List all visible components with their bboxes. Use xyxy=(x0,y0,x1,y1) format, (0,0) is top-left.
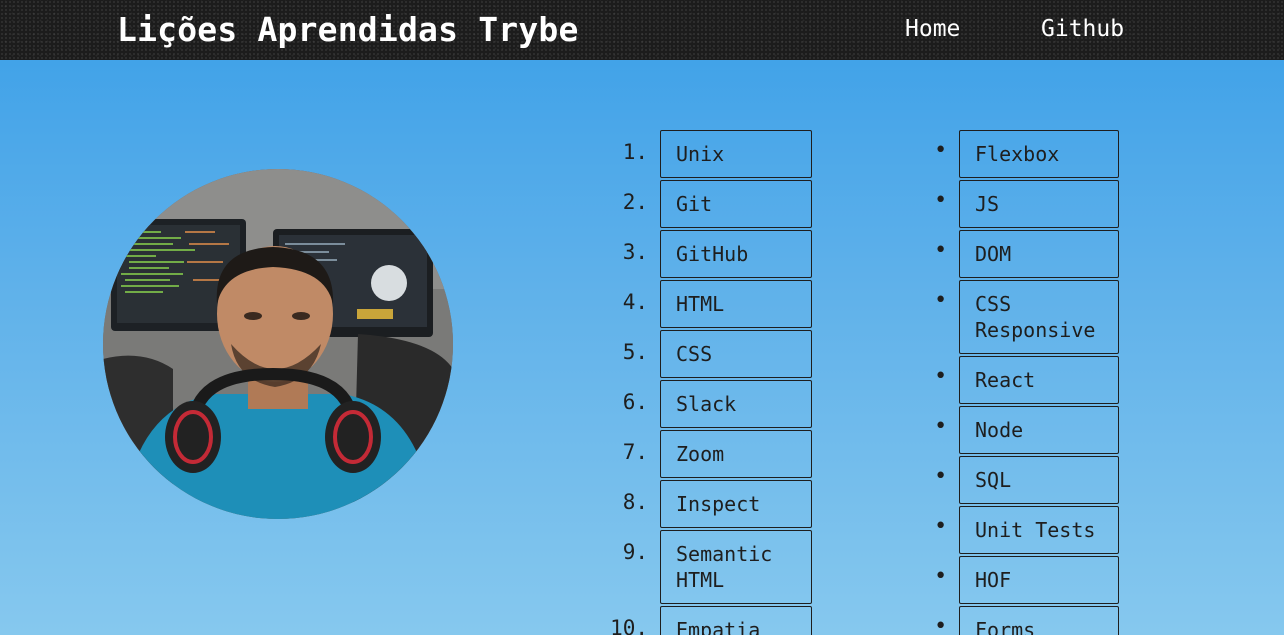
lesson-item-box: React xyxy=(959,356,1119,404)
list-number: 3. xyxy=(622,240,648,264)
list-number: 8. xyxy=(622,490,648,514)
list-item: • React xyxy=(920,356,1119,404)
bullet-icon: • xyxy=(934,464,948,489)
list-item: 2. Git xyxy=(600,180,812,228)
bullet-icon: • xyxy=(934,364,948,389)
list-item: 1. Unix xyxy=(600,130,812,178)
lesson-item-box: CSS xyxy=(660,330,812,378)
lesson-item-box: GitHub xyxy=(660,230,812,278)
bullet-icon: • xyxy=(934,238,948,263)
lesson-item-box: Forms xyxy=(959,606,1119,635)
lesson-item-box: HTML xyxy=(660,280,812,328)
list-item: 7. Zoom xyxy=(600,430,812,478)
lesson-item-box: Unix xyxy=(660,130,812,178)
list-item: • DOM xyxy=(920,230,1119,278)
list-item: • Unit Tests xyxy=(920,506,1119,554)
lesson-item-box: Node xyxy=(959,406,1119,454)
nav-link-github[interactable]: Github xyxy=(1041,16,1124,42)
profile-photo xyxy=(103,169,453,519)
lesson-item-box: SQL xyxy=(959,456,1119,504)
list-item: • SQL xyxy=(920,456,1119,504)
lesson-item-box: HOF xyxy=(959,556,1119,604)
bullet-icon: • xyxy=(934,614,948,635)
lesson-item-box: Inspect xyxy=(660,480,812,528)
list-item: • Forms xyxy=(920,606,1119,635)
bullet-icon: • xyxy=(934,514,948,539)
list-number: 6. xyxy=(622,390,648,414)
bullet-icon: • xyxy=(934,564,948,589)
bullet-icon: • xyxy=(934,414,948,439)
list-item: 6. Slack xyxy=(600,380,812,428)
lesson-item-box: Git xyxy=(660,180,812,228)
lesson-item-box: Unit Tests xyxy=(959,506,1119,554)
list-number: 4. xyxy=(622,290,648,314)
list-item: 5. CSS xyxy=(600,330,812,378)
lesson-item-box: CSS Responsive xyxy=(959,280,1119,354)
list-item: • Flexbox xyxy=(920,130,1119,178)
list-item: 9. Semantic HTML xyxy=(600,530,812,604)
bullet-icon: • xyxy=(934,138,948,163)
site-title: Lições Aprendidas Trybe xyxy=(117,10,579,49)
ordered-lessons-list: 1. Unix 2. Git 3. GitHub 4. HTML 5. CSS 6. Sla… xyxy=(600,130,812,635)
list-item: • HOF xyxy=(920,556,1119,604)
list-number: 5. xyxy=(622,340,648,364)
nav-link-home[interactable]: Home xyxy=(905,16,960,42)
list-item: • Node xyxy=(920,406,1119,454)
list-item: 3. GitHub xyxy=(600,230,812,278)
list-item: 8. Inspect xyxy=(600,480,812,528)
list-number: 7. xyxy=(622,440,648,464)
lesson-item-box: JS xyxy=(959,180,1119,228)
list-item: • JS xyxy=(920,180,1119,228)
bullet-icon: • xyxy=(934,188,948,213)
lesson-item-box: DOM xyxy=(959,230,1119,278)
list-number: 9. xyxy=(622,540,648,564)
list-item: 10. Empatia xyxy=(600,606,812,635)
list-number: 10. xyxy=(610,616,648,635)
list-item: 4. HTML xyxy=(600,280,812,328)
lesson-item-box: Semantic HTML xyxy=(660,530,812,604)
profile-avatar xyxy=(103,169,453,519)
list-item: • CSS Responsive xyxy=(920,280,1119,354)
top-navbar: Lições Aprendidas Trybe Home Github xyxy=(0,0,1284,60)
lesson-item-box: Empatia xyxy=(660,606,812,635)
lesson-item-box: Flexbox xyxy=(959,130,1119,178)
list-number: 2. xyxy=(622,190,648,214)
lesson-item-box: Slack xyxy=(660,380,812,428)
bullet-icon: • xyxy=(934,288,948,313)
unordered-lessons-list: • Flexbox • JS • DOM • CSS Responsive • React… xyxy=(920,130,1119,635)
lesson-item-box: Zoom xyxy=(660,430,812,478)
list-number: 1. xyxy=(622,140,648,164)
